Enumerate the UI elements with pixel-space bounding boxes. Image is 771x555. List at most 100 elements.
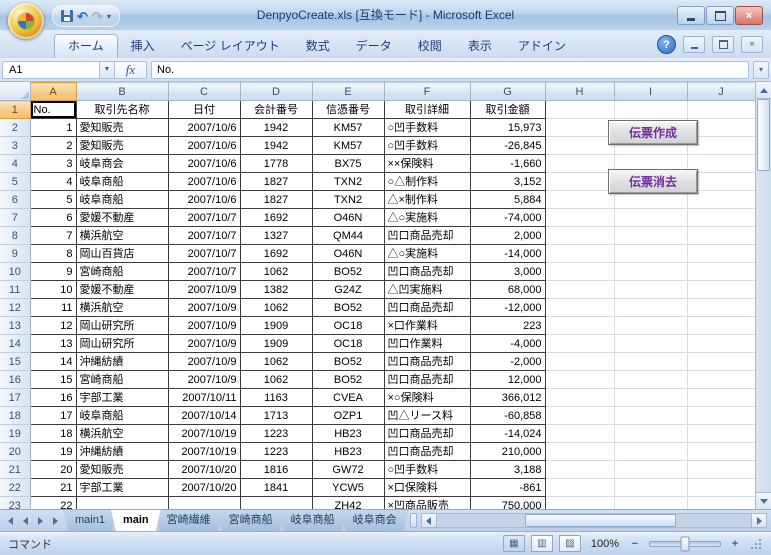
cell-F14[interactable]: 凹口作業料 — [384, 335, 470, 353]
cell-C12[interactable]: 2007/10/9 — [168, 299, 240, 317]
cell-B10[interactable]: 宮崎商船 — [76, 263, 168, 281]
cell-A14[interactable]: 13 — [30, 335, 76, 353]
cell-C7[interactable]: 2007/10/7 — [168, 209, 240, 227]
cell-G17[interactable]: 366,012 — [470, 389, 545, 407]
cell-C11[interactable]: 2007/10/9 — [168, 281, 240, 299]
cell-G4[interactable]: -1,660 — [470, 155, 545, 173]
name-box-dropdown-icon[interactable]: ▼ — [100, 61, 115, 79]
cell-E16[interactable]: BO52 — [312, 371, 384, 389]
cell-A19[interactable]: 18 — [30, 425, 76, 443]
undo-icon[interactable]: ↶ — [77, 10, 88, 23]
cell-H14[interactable] — [545, 335, 614, 353]
row-header-11[interactable]: 11 — [0, 281, 30, 299]
cell-D5[interactable]: 1827 — [240, 173, 312, 191]
cell-C18[interactable]: 2007/10/14 — [168, 407, 240, 425]
row-header-15[interactable]: 15 — [0, 353, 30, 371]
cell-G21[interactable]: 3,188 — [470, 461, 545, 479]
cell-G22[interactable]: -861 — [470, 479, 545, 497]
cell-E23[interactable]: ZH42 — [312, 497, 384, 510]
page-break-view-button[interactable]: ▨ — [559, 535, 581, 552]
cell-A9[interactable]: 8 — [30, 245, 76, 263]
cell-E7[interactable]: O46N — [312, 209, 384, 227]
cell-I13[interactable] — [614, 317, 687, 335]
cell-G15[interactable]: -2,000 — [470, 353, 545, 371]
cell-D9[interactable]: 1692 — [240, 245, 312, 263]
cell-J12[interactable] — [687, 299, 755, 317]
cell-E14[interactable]: OC18 — [312, 335, 384, 353]
cell-F23[interactable]: ×凹商品販売 — [384, 497, 470, 510]
row-header-6[interactable]: 6 — [0, 191, 30, 209]
horizontal-scroll-track[interactable] — [437, 513, 751, 528]
cell-A13[interactable]: 12 — [30, 317, 76, 335]
close-button[interactable]: × — [735, 6, 763, 25]
cell-H16[interactable] — [545, 371, 614, 389]
cell-J20[interactable] — [687, 443, 755, 461]
cell-H23[interactable] — [545, 497, 614, 510]
cell-B5[interactable]: 岐阜商船 — [76, 173, 168, 191]
cell-I17[interactable] — [614, 389, 687, 407]
cell-D10[interactable]: 1062 — [240, 263, 312, 281]
cell-D11[interactable]: 1382 — [240, 281, 312, 299]
cell-E8[interactable]: QM44 — [312, 227, 384, 245]
cell-G6[interactable]: 5,884 — [470, 191, 545, 209]
cell-D18[interactable]: 1713 — [240, 407, 312, 425]
cell-F2[interactable]: ○凹手数料 — [384, 119, 470, 137]
cell-A22[interactable]: 21 — [30, 479, 76, 497]
zoom-out-button[interactable]: − — [629, 538, 641, 550]
sheet-tab-2[interactable]: 宮崎繊維 — [155, 510, 223, 531]
cell-B23[interactable] — [76, 497, 168, 510]
cell-F9[interactable]: △○実施料 — [384, 245, 470, 263]
cell-C21[interactable]: 2007/10/20 — [168, 461, 240, 479]
cell-F5[interactable]: ○△制作料 — [384, 173, 470, 191]
cell-A15[interactable]: 14 — [30, 353, 76, 371]
cell-D1[interactable]: 会計番号 — [240, 101, 312, 119]
cell-B1[interactable]: 取引先名称 — [76, 101, 168, 119]
row-header-2[interactable]: 2 — [0, 119, 30, 137]
cell-B16[interactable]: 宮崎商船 — [76, 371, 168, 389]
cell-B6[interactable]: 岐阜商船 — [76, 191, 168, 209]
cell-J14[interactable] — [687, 335, 755, 353]
cell-A10[interactable]: 9 — [30, 263, 76, 281]
cell-C15[interactable]: 2007/10/9 — [168, 353, 240, 371]
sheet-tab-3[interactable]: 宮崎商船 — [217, 510, 285, 531]
cell-D4[interactable]: 1778 — [240, 155, 312, 173]
cell-C19[interactable]: 2007/10/19 — [168, 425, 240, 443]
cell-G14[interactable]: -4,000 — [470, 335, 545, 353]
sheet-tab-4[interactable]: 岐阜商船 — [279, 510, 347, 531]
column-header-F[interactable]: F — [384, 83, 470, 101]
cell-C9[interactable]: 2007/10/7 — [168, 245, 240, 263]
cell-J22[interactable] — [687, 479, 755, 497]
cell-H13[interactable] — [545, 317, 614, 335]
cell-D7[interactable]: 1692 — [240, 209, 312, 227]
cell-J13[interactable] — [687, 317, 755, 335]
cell-C6[interactable]: 2007/10/6 — [168, 191, 240, 209]
cell-A5[interactable]: 4 — [30, 173, 76, 191]
cell-C20[interactable]: 2007/10/19 — [168, 443, 240, 461]
zoom-level[interactable]: 100% — [591, 538, 619, 550]
denpyo-clear-button[interactable]: 伝票消去 — [608, 169, 698, 194]
cell-E13[interactable]: OC18 — [312, 317, 384, 335]
vertical-scroll-thumb[interactable] — [757, 99, 770, 171]
cell-G19[interactable]: -14,024 — [470, 425, 545, 443]
cell-C22[interactable]: 2007/10/20 — [168, 479, 240, 497]
cell-B22[interactable]: 宇部工業 — [76, 479, 168, 497]
cell-J15[interactable] — [687, 353, 755, 371]
row-header-16[interactable]: 16 — [0, 371, 30, 389]
cell-C4[interactable]: 2007/10/6 — [168, 155, 240, 173]
row-header-14[interactable]: 14 — [0, 335, 30, 353]
cell-A7[interactable]: 6 — [30, 209, 76, 227]
cell-A12[interactable]: 11 — [30, 299, 76, 317]
cell-J23[interactable] — [687, 497, 755, 510]
cell-H17[interactable] — [545, 389, 614, 407]
cell-F6[interactable]: △×制作料 — [384, 191, 470, 209]
insert-function-button[interactable]: fx — [115, 61, 147, 79]
cell-J16[interactable] — [687, 371, 755, 389]
cell-E19[interactable]: HB23 — [312, 425, 384, 443]
cell-I7[interactable] — [614, 209, 687, 227]
cell-C17[interactable]: 2007/10/11 — [168, 389, 240, 407]
cell-A21[interactable]: 20 — [30, 461, 76, 479]
cell-I12[interactable] — [614, 299, 687, 317]
cell-B7[interactable]: 愛媛不動産 — [76, 209, 168, 227]
cell-D8[interactable]: 1327 — [240, 227, 312, 245]
cell-D19[interactable]: 1223 — [240, 425, 312, 443]
